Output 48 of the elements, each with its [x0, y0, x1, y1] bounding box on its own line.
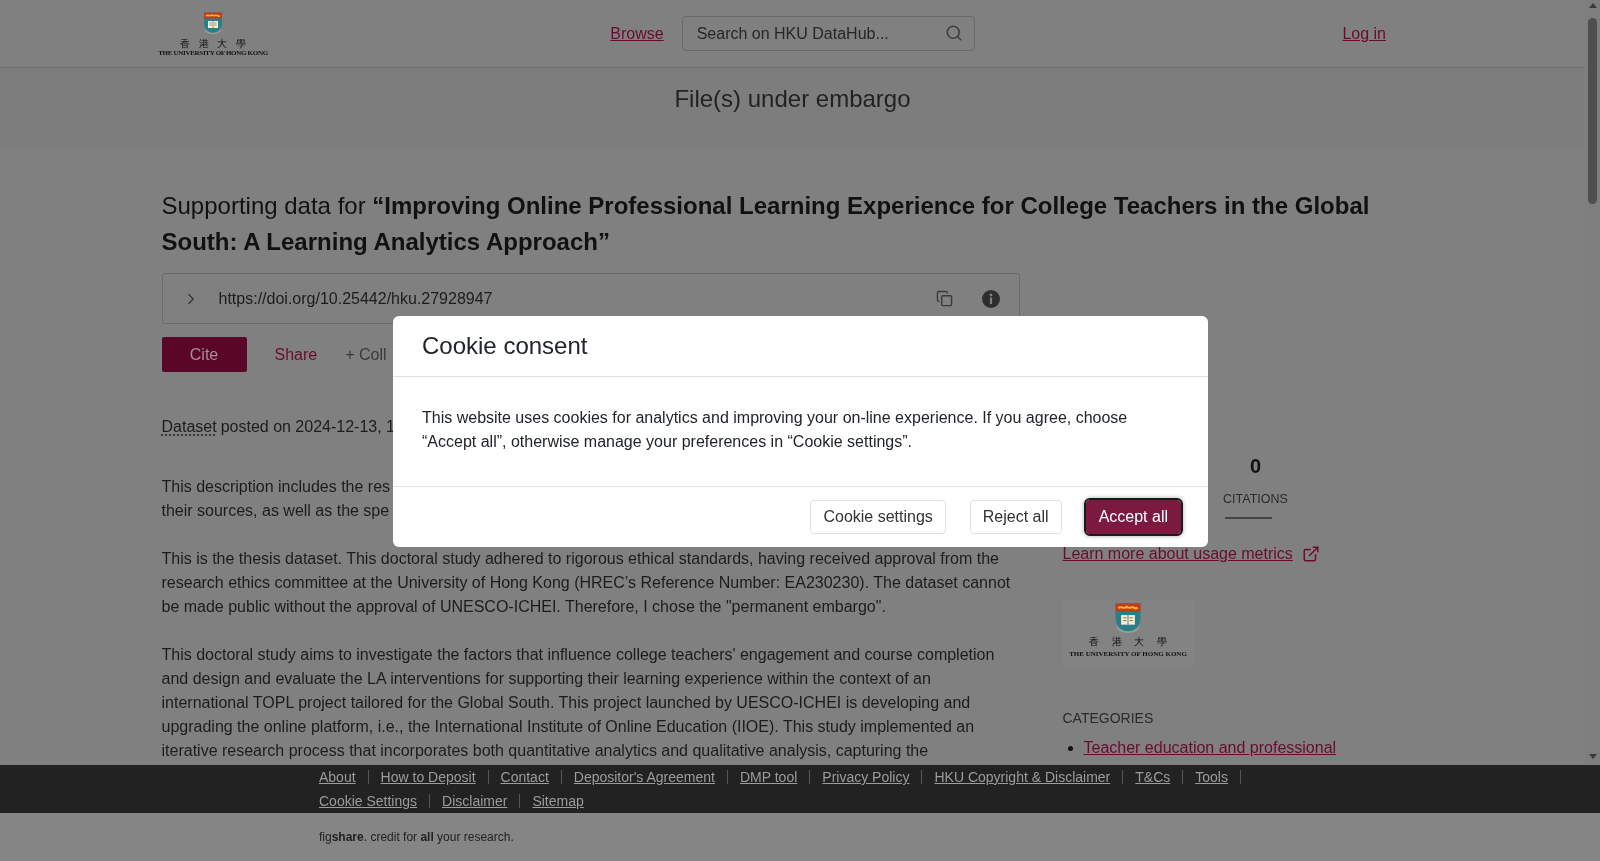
categories-heading: CATEGORIES	[1062, 709, 1154, 728]
category-link[interactable]: Teacher education and professional	[1083, 736, 1337, 760]
dialog-message: This website uses cookies for analytics and improving your on-line experience. If you agree, choose “Accept all”, otherwise manage your preferences in “Cookie settings”.	[422, 408, 1129, 452]
scrollbar-thumb[interactable]	[1588, 18, 1597, 204]
metric-label: CITATIONS	[1223, 491, 1288, 507]
login-link[interactable]: Log in	[1342, 24, 1386, 42]
description-text: This description includes the res	[161, 477, 391, 497]
posted-date-text: posted on 2024-12-13, 1	[220, 417, 395, 437]
footer-link[interactable]: T&Cs	[1135, 765, 1171, 789]
external-link-icon[interactable]	[1301, 545, 1320, 563]
footer-link[interactable]: Depositor's Agreement	[573, 765, 715, 789]
credit-text: figshare. credit for all your research.	[319, 829, 514, 846]
dialog-button[interactable]: Cookie settings	[810, 500, 946, 534]
footer-link[interactable]: Tools	[1195, 765, 1228, 789]
footer-link[interactable]: Contact	[500, 765, 549, 789]
action-link[interactable]: Share	[274, 342, 318, 367]
dialog-title: Cookie consent	[422, 331, 588, 361]
logo-chinese-text: 香 港 大 學	[179, 37, 250, 49]
up-arrow-icon[interactable]	[1588, 3, 1597, 8]
metric-value: 0	[1249, 454, 1262, 479]
description-paragraph: This is the thesis dataset. This doctoral study adhered to rigorous ethical standards, having received approval from the research ethics committee at the University of Hong Kong (HREC’s Reference Number: EA230230). The dataset cannot be made public without the approval of UNESCO-ICHEI. Therefore, I chose the "permanent embargo".	[161, 549, 1012, 617]
footer-link[interactable]: Privacy Policy	[822, 765, 910, 789]
footer-link[interactable]: DMP tool	[740, 765, 798, 789]
dataset-title: Supporting data for “Improving Online Professional Learning Experience for College Teachers in the Global South: A Learning Analytics Approach”	[161, 191, 1371, 257]
shield-crest-icon	[203, 10, 223, 36]
browse-link[interactable]: Browse	[610, 21, 664, 46]
dialog-button[interactable]: Reject all	[969, 500, 1062, 534]
action-button[interactable]: Cite	[161, 337, 247, 372]
info-icon[interactable]	[981, 289, 1000, 308]
doi-url: https://doi.org/10.25442/hku.27928947	[218, 288, 494, 309]
search-field[interactable]: Search on HKU DataHub...	[681, 16, 975, 51]
dataset-type-link[interactable]: Dataset	[161, 415, 217, 439]
description-paragraph: This doctoral study aims to investigate the factors that influence college teachers' engagement and course completion and design and evaluate the LA interventions for supporting their learning experience within the context of an international TOPL project tailored for the Global South. This project launched by UESCO-ICHEI is developing and upgrading the online platform, i.e., the International Institute of Online Education (IIOE). This study implemented an iterative research process that incorporates both quantitative analytics and qualitative analysis, capturing the	[161, 645, 996, 761]
footer-link[interactable]: Sitemap	[532, 789, 584, 813]
footer-link[interactable]: About	[319, 765, 356, 789]
footer-link[interactable]: How to Deposit	[380, 765, 476, 789]
logo-chinese-text: 香 港 大 學	[1087, 636, 1173, 648]
dialog-button[interactable]: Accept all	[1085, 500, 1181, 534]
down-arrow-icon[interactable]	[1588, 754, 1597, 759]
bullet-icon	[1067, 745, 1073, 751]
copy-icon[interactable]	[935, 290, 953, 307]
footer-link[interactable]: HKU Copyright & Disclaimer	[934, 765, 1111, 789]
shield-crest-icon	[1114, 602, 1142, 635]
search-icon[interactable]	[944, 24, 963, 42]
footer-link[interactable]: Disclaimer	[442, 789, 508, 813]
footer-link[interactable]: Cookie Settings	[319, 789, 418, 813]
description-text: their sources, as well as the spe	[161, 501, 390, 521]
embargo-heading: File(s) under embargo	[674, 84, 911, 114]
